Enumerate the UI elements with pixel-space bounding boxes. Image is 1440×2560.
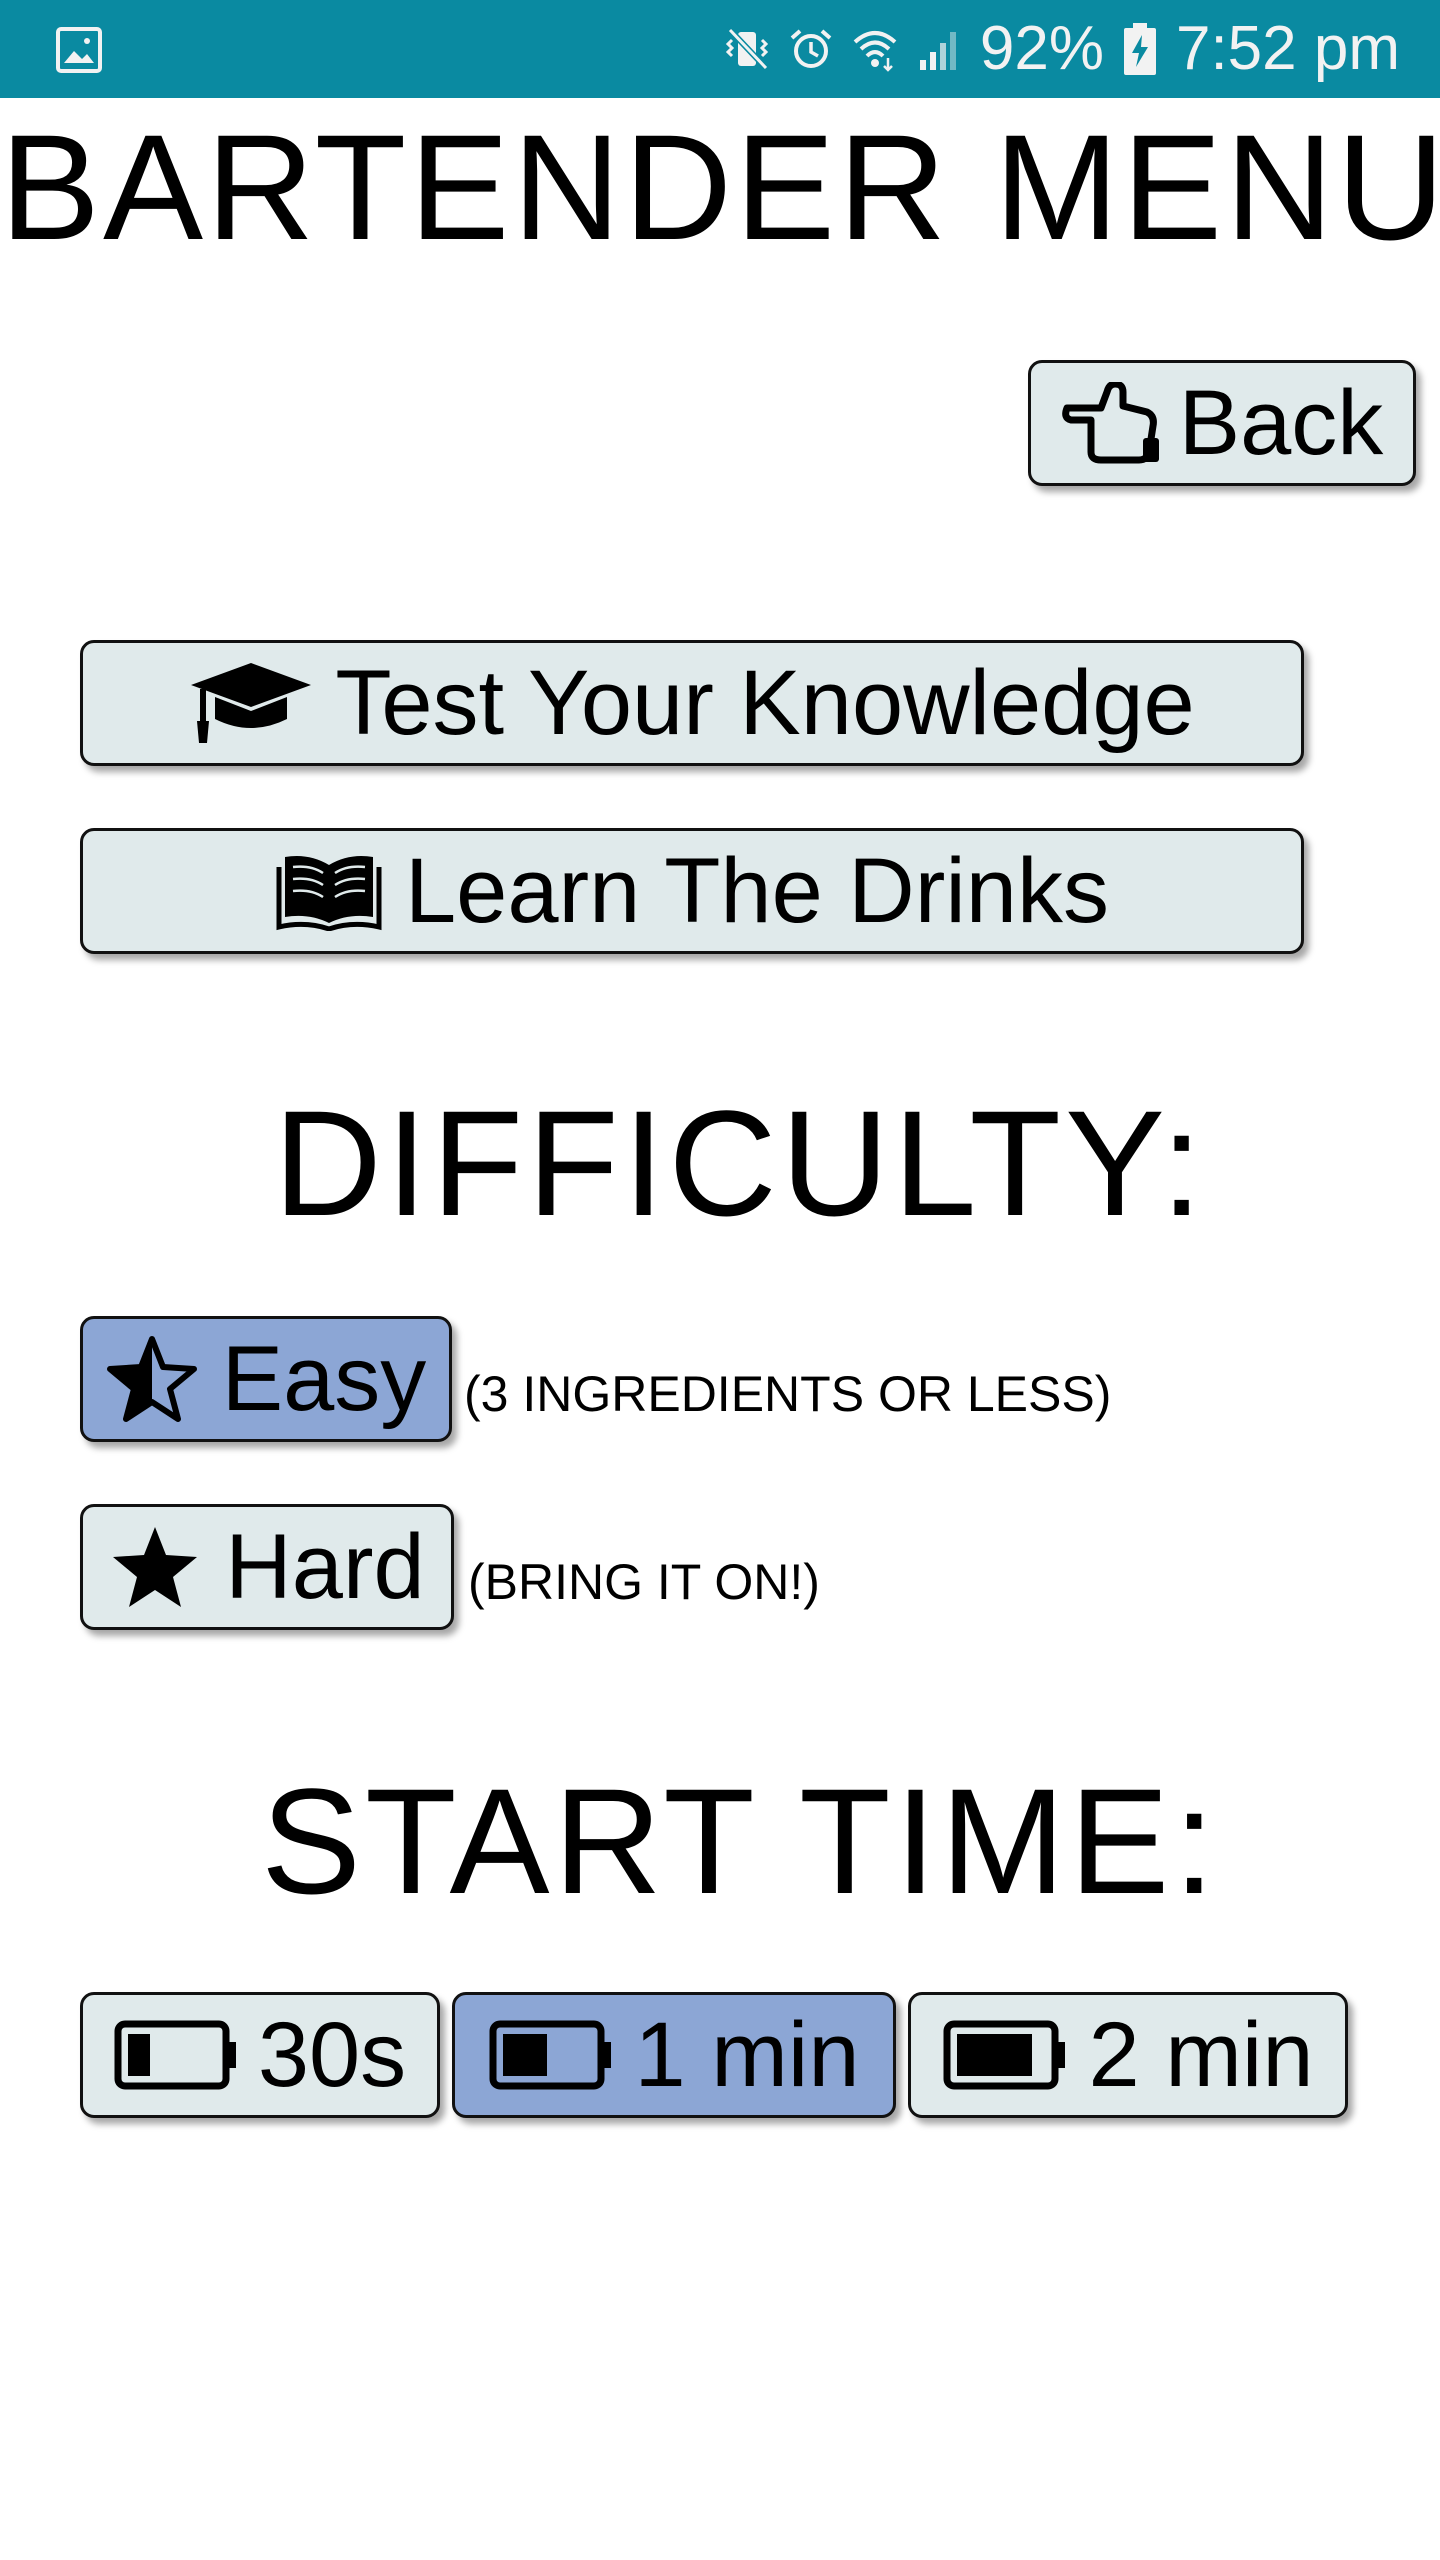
back-button-label: Back [1178,372,1384,474]
start-time-2min-label: 2 min [1088,2004,1314,2106]
clock: 7:52 pm [1175,14,1400,83]
difficulty-easy-label: Easy [221,1328,427,1430]
battery-percent: 92% [979,14,1104,83]
status-icons: 92% 7:52 pm [724,0,1400,98]
start-time-1min-button[interactable]: 1 min [452,1992,896,2118]
start-time-30s-label: 30s [257,2004,407,2106]
star-icon [113,1527,198,1607]
start-time-heading: START TIME: [260,1757,1220,1925]
wifi-icon [853,31,897,72]
graduation-cap-icon [191,663,312,743]
difficulty-hard-button[interactable]: Hard [80,1504,454,1630]
alarm-icon [790,29,832,68]
gallery-icon [56,27,102,73]
open-book-icon [276,856,382,931]
start-time-30s-button[interactable]: 30s [80,1992,440,2118]
status-bar: 92% 7:52 pm [0,0,1440,98]
test-your-knowledge-button[interactable]: Test Your Knowledge [80,640,1304,766]
battery-charging-icon [1123,23,1156,75]
start-time-1min-label: 1 min [634,2004,860,2106]
back-button[interactable]: Back [1028,360,1416,486]
start-time-2min-button[interactable]: 2 min [908,1992,1348,2118]
vibrate-mute-icon [725,27,769,71]
battery-half-icon [489,2020,611,2090]
learn-the-drinks-label: Learn The Drinks [405,840,1109,942]
hand-pointing-left-icon [1061,382,1159,464]
difficulty-hard-note: (BRING IT ON!) [468,1554,820,1610]
battery-low-icon [114,2020,236,2090]
battery-full-icon [943,2020,1065,2090]
half-star-icon [106,1336,197,1422]
screen: 92% 7:52 pm BARTENDER MENU Back Test You… [0,0,1440,2560]
difficulty-hard-label: Hard [225,1516,425,1618]
learn-the-drinks-button[interactable]: Learn The Drinks [80,828,1304,954]
signal-icon [919,32,956,70]
difficulty-easy-button[interactable]: Easy [80,1316,452,1442]
test-your-knowledge-label: Test Your Knowledge [335,652,1195,754]
page-title: BARTENDER MENU [0,103,1440,271]
difficulty-heading: DIFFICULTY: [273,1079,1207,1247]
difficulty-easy-note: (3 INGREDIENTS OR LESS) [464,1366,1112,1422]
